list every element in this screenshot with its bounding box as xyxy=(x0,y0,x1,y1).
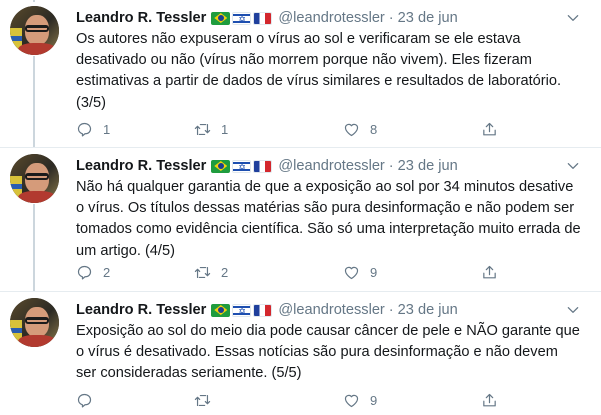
share-button[interactable] xyxy=(481,390,498,410)
author-flags xyxy=(211,303,273,317)
tweet-date[interactable]: 23 de jun xyxy=(398,10,458,26)
separator-dot: · xyxy=(388,158,394,174)
retweet-button[interactable]: 2 xyxy=(194,262,228,282)
reply-icon xyxy=(77,265,92,279)
share-button[interactable] xyxy=(481,262,498,282)
author-name[interactable]: Leandro R. Tessler xyxy=(76,302,206,318)
israel-flag-icon xyxy=(232,303,252,317)
avatar[interactable] xyxy=(10,154,59,203)
chevron-down-icon xyxy=(567,307,579,313)
tweet-actions: 2 2 9 xyxy=(68,262,498,282)
avatar[interactable] xyxy=(10,6,59,55)
author-handle[interactable]: @leandrotessler xyxy=(278,10,384,26)
share-icon xyxy=(483,393,496,406)
tweet-menu-button[interactable] xyxy=(565,158,581,174)
tweet-header: Leandro R. Tessler @leandrotessler · 23 … xyxy=(76,8,458,28)
author-handle[interactable]: @leandrotessler xyxy=(278,302,384,318)
tweet-header: Leandro R. Tessler @leandrotessler · 23 … xyxy=(76,156,458,176)
retweet-icon xyxy=(194,123,211,135)
reply-icon xyxy=(77,393,92,407)
reply-button[interactable]: 1 xyxy=(76,119,110,139)
author-flags xyxy=(211,11,273,25)
tweet[interactable]: Leandro R. Tessler @leandrotessler · 23 … xyxy=(0,6,601,146)
tweet-text: Não há qualquer garantia de que a exposi… xyxy=(76,179,581,259)
reply-count: 2 xyxy=(103,264,111,280)
author-name[interactable]: Leandro R. Tessler xyxy=(76,10,206,26)
retweet-count: 1 xyxy=(221,121,229,137)
like-count: 9 xyxy=(370,392,378,408)
tweet-text: Os autores não expuseram o vírus ao sol … xyxy=(76,31,562,111)
separator-dot: · xyxy=(388,302,394,318)
tweet-text: Exposição ao sol do meio dia pode causar… xyxy=(76,323,580,382)
like-button[interactable]: 9 xyxy=(343,390,377,410)
like-count: 8 xyxy=(370,121,378,137)
tweet[interactable]: Leandro R. Tessler @leandrotessler · 23 … xyxy=(0,154,601,290)
tweet[interactable]: Leandro R. Tessler @leandrotessler · 23 … xyxy=(0,298,601,415)
thread-connector xyxy=(33,0,35,2)
share-icon xyxy=(483,122,496,135)
france-flag-icon xyxy=(253,11,273,25)
retweet-icon xyxy=(194,266,211,278)
retweet-button[interactable]: 1 xyxy=(194,119,228,139)
france-flag-icon xyxy=(253,159,273,173)
tweet-date[interactable]: 23 de jun xyxy=(398,158,458,174)
author-flags xyxy=(211,159,273,173)
retweet-button[interactable] xyxy=(194,390,221,410)
tweet-divider xyxy=(0,291,601,292)
tweet-menu-button[interactable] xyxy=(565,302,581,318)
reply-button[interactable] xyxy=(76,390,103,410)
like-button[interactable]: 8 xyxy=(343,119,377,139)
tweet-menu-button[interactable] xyxy=(565,10,581,26)
like-icon xyxy=(344,394,359,407)
share-icon xyxy=(483,265,496,278)
brazil-flag-icon xyxy=(211,303,231,317)
like-icon xyxy=(344,266,359,279)
separator-dot: · xyxy=(388,10,394,26)
like-icon xyxy=(344,123,359,136)
reply-count: 1 xyxy=(103,121,111,137)
chevron-down-icon xyxy=(567,163,579,169)
brazil-flag-icon xyxy=(211,11,231,25)
france-flag-icon xyxy=(253,303,273,317)
reply-button[interactable]: 2 xyxy=(76,262,110,282)
brazil-flag-icon xyxy=(211,159,231,173)
israel-flag-icon xyxy=(232,159,252,173)
reply-icon xyxy=(77,122,92,136)
avatar[interactable] xyxy=(10,298,59,347)
author-name[interactable]: Leandro R. Tessler xyxy=(76,158,206,174)
like-button[interactable]: 9 xyxy=(343,262,377,282)
israel-flag-icon xyxy=(232,11,252,25)
like-count: 9 xyxy=(370,264,378,280)
tweet-actions: 1 1 8 xyxy=(68,119,498,139)
retweet-icon xyxy=(194,394,211,406)
chevron-down-icon xyxy=(567,15,579,21)
tweet-divider xyxy=(0,147,601,148)
tweet-actions: 9 xyxy=(68,390,498,410)
tweet-date[interactable]: 23 de jun xyxy=(398,302,458,318)
tweet-header: Leandro R. Tessler @leandrotessler · 23 … xyxy=(76,300,458,320)
share-button[interactable] xyxy=(481,119,498,139)
retweet-count: 2 xyxy=(221,264,229,280)
author-handle[interactable]: @leandrotessler xyxy=(278,158,384,174)
